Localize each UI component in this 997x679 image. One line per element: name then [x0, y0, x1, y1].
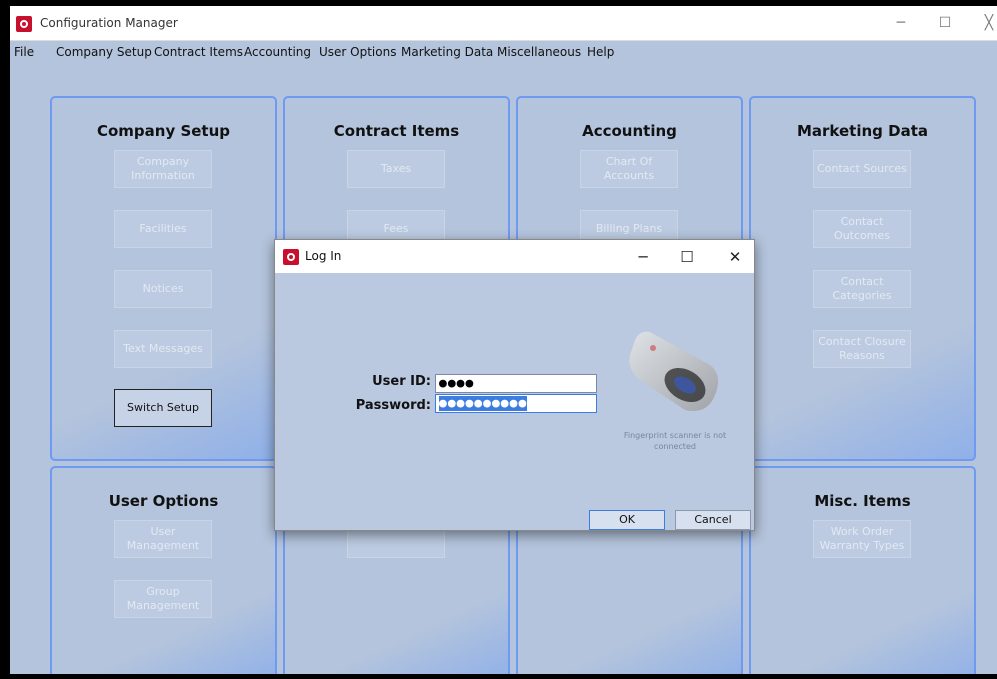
login-dialog: Log In ─ ☐ ✕ User ID: ●●●● Password: ●●●…: [274, 239, 755, 531]
panel-misc-items: Misc. Items Work Order Warranty Types: [749, 466, 976, 674]
dialog-close-button[interactable]: ✕: [723, 245, 747, 269]
panel-title: Misc. Items: [814, 492, 911, 510]
dialog-title: Log In: [305, 249, 342, 263]
panel-title: User Options: [108, 492, 219, 510]
text-messages-button[interactable]: Text Messages: [114, 330, 212, 368]
panel-title: Contract Items: [333, 122, 460, 140]
contact-closure-reasons-button[interactable]: Contact Closure Reasons: [813, 330, 911, 368]
app-logo-icon: [16, 16, 32, 32]
fingerprint-scanner-icon: [629, 331, 719, 411]
password-label: Password:: [355, 398, 431, 413]
panel-title: Company Setup: [96, 122, 231, 140]
switch-setup-button[interactable]: Switch Setup: [114, 389, 212, 427]
close-button[interactable]: ╳: [978, 12, 997, 34]
dialog-minimize-button[interactable]: ─: [631, 245, 655, 269]
group-management-button[interactable]: Group Management: [114, 580, 212, 618]
password-value: ●●●●●●●●●●: [439, 396, 528, 411]
menu-file[interactable]: File: [14, 45, 34, 59]
panel-title: Accounting: [582, 122, 677, 140]
password-input[interactable]: ●●●●●●●●●●: [435, 394, 597, 413]
cancel-button[interactable]: Cancel: [675, 510, 751, 530]
facilities-button[interactable]: Facilities: [114, 210, 212, 248]
contact-categories-button[interactable]: Contact Categories: [813, 270, 911, 308]
user-management-button[interactable]: User Management: [114, 520, 212, 558]
dialog-maximize-button[interactable]: ☐: [675, 245, 699, 269]
notices-button[interactable]: Notices: [114, 270, 212, 308]
ok-button[interactable]: OK: [589, 510, 665, 530]
user-id-label: User ID:: [372, 374, 431, 389]
menu-miscellaneous[interactable]: Miscellaneous: [497, 45, 581, 59]
menu-user-options[interactable]: User Options: [319, 45, 396, 59]
scanner-status-text: Fingerprint scanner is not connected: [623, 431, 727, 452]
chart-of-accounts-button[interactable]: Chart Of Accounts: [580, 150, 678, 188]
company-information-button[interactable]: Company Information: [114, 150, 212, 188]
window-title: Configuration Manager: [40, 16, 178, 30]
contact-sources-button[interactable]: Contact Sources: [813, 150, 911, 188]
work-order-warranty-types-button[interactable]: Work Order Warranty Types: [813, 520, 911, 558]
menu-accounting[interactable]: Accounting: [244, 45, 311, 59]
user-id-input[interactable]: ●●●●: [435, 374, 597, 393]
panel-title: Marketing Data: [796, 122, 928, 140]
menu-contract-items[interactable]: Contract Items: [154, 45, 243, 59]
menu-company-setup[interactable]: Company Setup: [56, 45, 152, 59]
contact-outcomes-button[interactable]: Contact Outcomes: [813, 210, 911, 248]
dialog-title-bar: Log In ─ ☐ ✕: [275, 240, 754, 273]
maximize-button[interactable]: ☐: [934, 12, 956, 34]
panel-company-setup: Company Setup Company Information Facili…: [50, 96, 277, 461]
minimize-button[interactable]: ─: [890, 12, 912, 34]
panel-marketing-data: Marketing Data Contact Sources Contact O…: [749, 96, 976, 461]
menu-help[interactable]: Help: [587, 45, 614, 59]
title-bar: Configuration Manager ─ ☐ ╳: [10, 6, 997, 41]
menu-marketing-data[interactable]: Marketing Data: [401, 45, 493, 59]
app-logo-icon: [283, 249, 299, 265]
taxes-button[interactable]: Taxes: [347, 150, 445, 188]
panel-user-options: User Options User Management Group Manag…: [50, 466, 277, 674]
menu-bar: File Company Setup Contract Items Accoun…: [10, 41, 997, 63]
